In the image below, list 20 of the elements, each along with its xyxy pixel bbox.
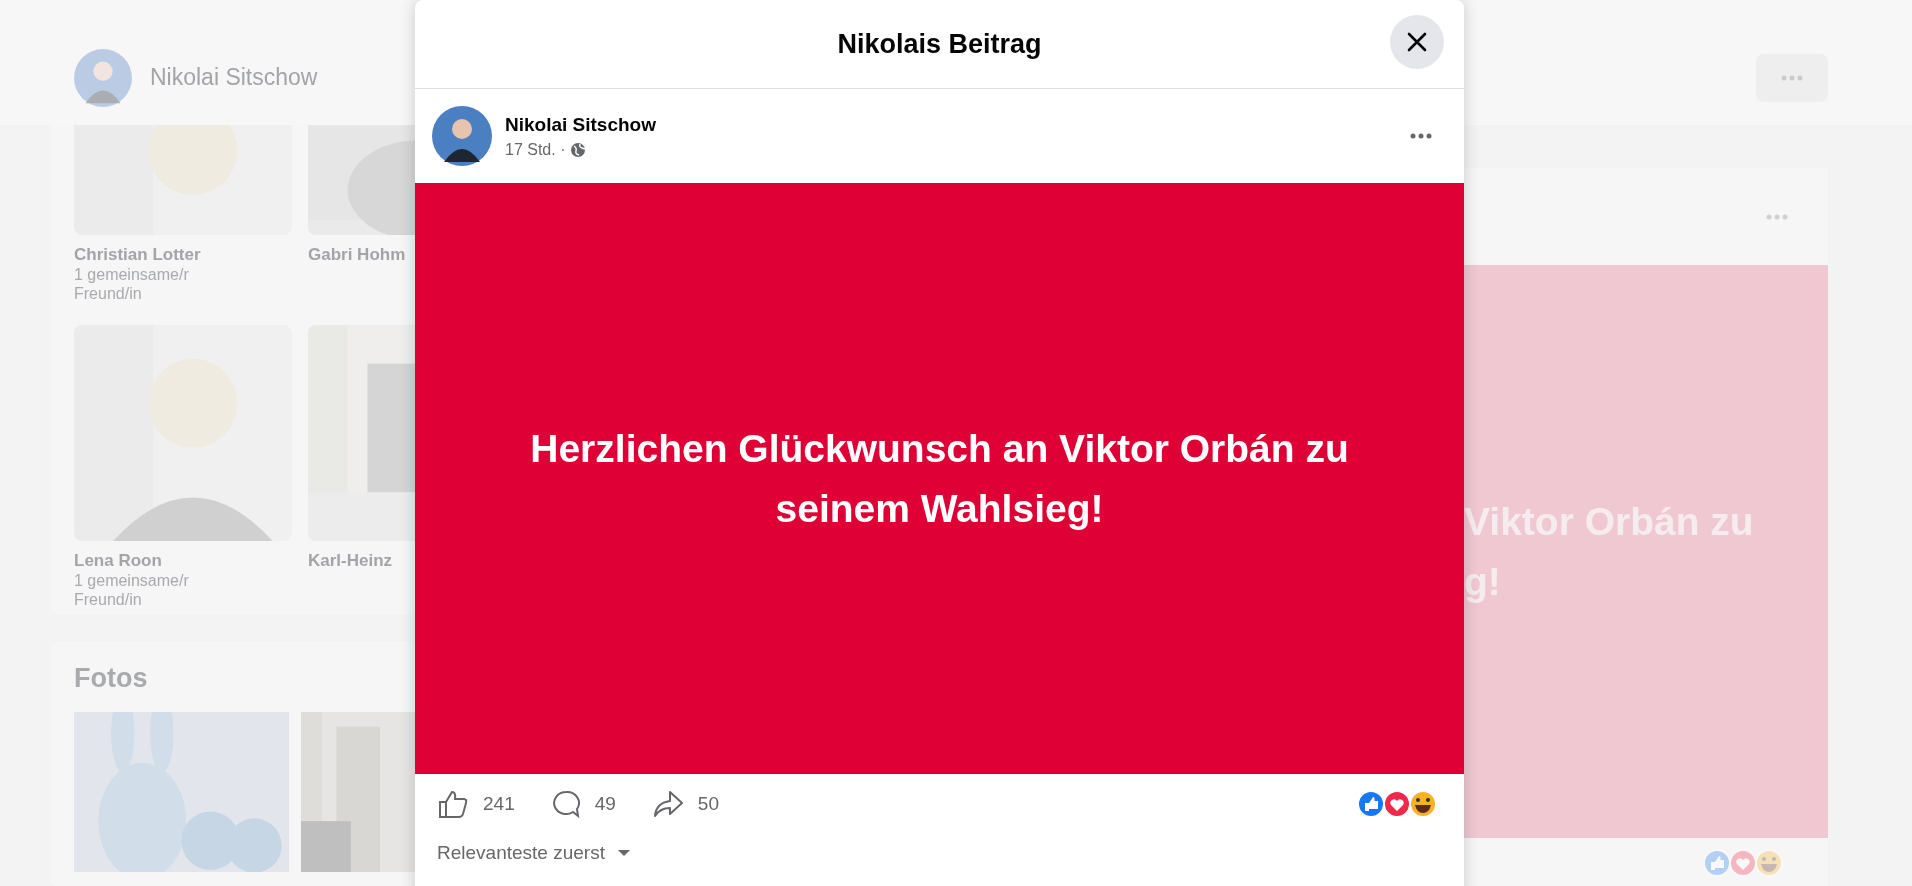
caret-icon	[616, 849, 631, 857]
dialog-title: Nikolais Beitrag	[837, 28, 1042, 60]
photos-title: Fotos	[74, 663, 149, 694]
close-button[interactable]	[1390, 15, 1444, 69]
share-button[interactable]: 50	[651, 789, 719, 819]
mutual-friends: 1 gemeinsame/r Freund/in	[74, 571, 190, 609]
close-icon	[1406, 31, 1428, 53]
thumbs-up-icon	[437, 789, 469, 819]
globe-icon	[570, 141, 587, 158]
mutual-friends: 1 gemeinsame/r Freund/in	[74, 265, 190, 303]
more-icon[interactable]	[1410, 133, 1432, 139]
like-button[interactable]: 241	[437, 789, 515, 819]
avatar[interactable]	[432, 106, 492, 166]
post-text: Herzlichen Glückwunsch an Viktor Orbán zu seinem Wahlsieg!	[529, 425, 1350, 532]
speech-bubble-icon	[550, 789, 581, 819]
share-arrow-icon	[651, 789, 684, 819]
author-name[interactable]: Nikolai Sitschow	[505, 113, 1389, 136]
comment-button[interactable]: 49	[550, 789, 616, 819]
post-time[interactable]: 17 Std. ·	[505, 140, 566, 159]
sort-dropdown[interactable]: Relevanteste zuerst	[415, 834, 653, 872]
